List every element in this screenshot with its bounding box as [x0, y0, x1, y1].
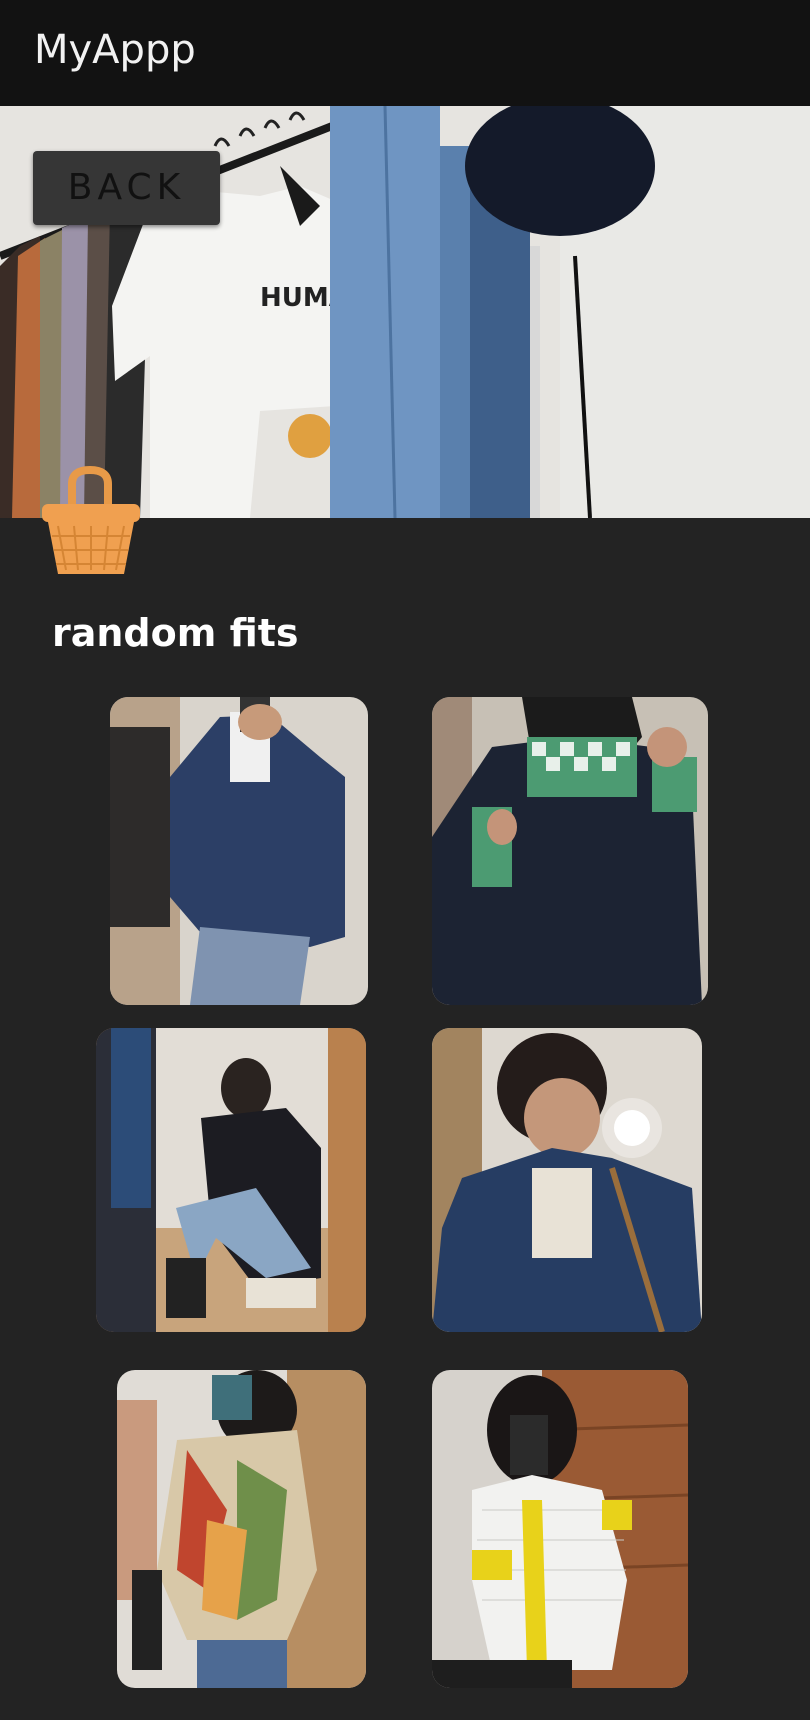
- shopping-basket-icon[interactable]: [40, 464, 142, 578]
- back-button[interactable]: BACK: [33, 151, 220, 225]
- outfit-photo-5[interactable]: [117, 1370, 366, 1688]
- section-title: random fits: [52, 611, 299, 655]
- outfit-photo-4[interactable]: [432, 1028, 702, 1332]
- outfit-photo-6[interactable]: [432, 1370, 688, 1688]
- app-title: MyAppp: [34, 27, 196, 73]
- app-bar: MyAppp: [0, 0, 810, 106]
- outfit-photo-2[interactable]: [432, 697, 708, 1005]
- outfit-photo-3[interactable]: [96, 1028, 366, 1332]
- outfit-photo-1[interactable]: [110, 697, 368, 1005]
